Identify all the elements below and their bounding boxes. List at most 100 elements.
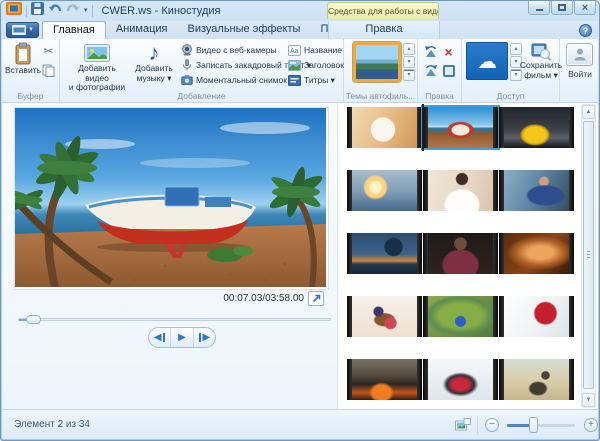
title-button[interactable]: Aa Название	[288, 44, 342, 56]
maximize-icon	[558, 4, 566, 11]
scroll-up-button[interactable]: ▲	[582, 105, 595, 119]
storyboard-clip[interactable]	[423, 359, 498, 400]
storyboard-clip[interactable]	[423, 233, 498, 274]
undo-icon[interactable]	[48, 2, 62, 20]
credits-button[interactable]: Титры ▾	[288, 74, 335, 86]
play-icon: ▶	[178, 333, 186, 343]
remove-button[interactable]: ×	[442, 46, 455, 58]
seek-slider[interactable]	[18, 314, 331, 325]
tab-visual-effects[interactable]: Визуальные эффекты	[178, 21, 311, 39]
tab-home[interactable]: Главная	[42, 21, 106, 39]
storyboard-clip[interactable]	[347, 296, 422, 337]
add-music-button[interactable]: ♪ Добавить музыку ▾	[132, 42, 176, 83]
fullscreen-button[interactable]	[308, 291, 324, 306]
storyboard-clip[interactable]	[423, 296, 498, 337]
select-all-button[interactable]	[442, 65, 455, 77]
storyboard-clip[interactable]	[499, 296, 574, 337]
snapshot-button[interactable]: Моментальный снимок	[180, 74, 287, 86]
preview-pane: 00:07.03/03:58.00 ◀ ▶ ▶	[2, 103, 337, 409]
zoom-in-button[interactable]: +	[584, 418, 598, 432]
storyboard-panel: ▲ ▼	[337, 103, 598, 409]
file-menu-button[interactable]: ▾	[6, 22, 39, 38]
add-photos-icon	[84, 42, 110, 64]
storyboard-clip-selected[interactable]	[423, 107, 498, 148]
zoom-slider-thumb[interactable]	[529, 417, 538, 433]
storyboard-clip[interactable]	[347, 170, 422, 211]
status-bar: Элемент 2 из 34 − +	[2, 409, 598, 439]
delete-x-icon: ×	[444, 46, 452, 59]
share-up-icon[interactable]: ▴	[510, 43, 522, 55]
caption-icon	[288, 59, 301, 71]
copy-button[interactable]	[42, 64, 55, 76]
seek-thumb[interactable]	[26, 315, 41, 324]
zoom-out-button[interactable]: −	[485, 418, 499, 432]
storyboard-clip[interactable]	[499, 233, 574, 274]
gallery-more-icon[interactable]: ▾	[403, 69, 415, 81]
maximize-button[interactable]	[551, 1, 573, 15]
minimize-icon	[536, 9, 543, 11]
zoom-in-icon: +	[588, 419, 594, 430]
playback-time: 00:07.03/03:58.00	[2, 293, 304, 304]
fullscreen-arrow-icon	[311, 293, 322, 304]
group-add: Добавить видео и фотографии ♪ Добавить м…	[60, 39, 344, 102]
titlebar[interactable]: ▾ CWER.ws - Киностудия Средства для рабо…	[1, 1, 599, 21]
webcam-video-button[interactable]: Видео с веб-камеры	[180, 44, 277, 56]
caption-button[interactable]: Заголовок	[288, 59, 344, 71]
automovie-theme-thumbnail[interactable]	[353, 42, 401, 82]
sign-in-button[interactable]	[566, 43, 593, 66]
storyboard-clip[interactable]	[499, 107, 574, 148]
share-more-icon[interactable]: ▾	[510, 69, 522, 81]
add-music-label-2: музыку ▾	[137, 74, 172, 84]
ribbon-tab-row: ▾ Главная Анимация Визуальные эффекты Пр…	[2, 21, 598, 39]
minimize-button[interactable]	[528, 1, 550, 15]
snapshot-label: Моментальный снимок	[196, 75, 287, 85]
onedrive-share-tile[interactable]: ☁	[466, 42, 508, 80]
microphone-icon	[180, 59, 193, 71]
thumbnail-view-icon[interactable]	[455, 418, 471, 435]
storyboard-clip[interactable]	[499, 359, 574, 400]
save-movie-button[interactable]: Сохранить фильм ▾	[522, 41, 560, 80]
help-icon[interactable]: ?	[579, 24, 592, 37]
previous-frame-bar	[163, 333, 165, 342]
scrollbar-thumb[interactable]	[583, 121, 594, 389]
play-button[interactable]: ▶	[171, 328, 193, 347]
storyboard-row	[347, 296, 574, 337]
storyboard-clip[interactable]	[347, 233, 422, 274]
gallery-down-icon[interactable]: ▾	[403, 56, 415, 68]
qat-dropdown-icon[interactable]: ▾	[84, 7, 88, 15]
boat-beach-scene	[15, 108, 326, 287]
storyboard-row	[347, 107, 574, 148]
rotate-left-button[interactable]	[424, 46, 437, 58]
seek-track[interactable]	[18, 318, 331, 321]
save-icon[interactable]	[31, 2, 44, 20]
redo-icon[interactable]	[66, 2, 80, 20]
previous-frame-button[interactable]: ◀	[149, 328, 171, 347]
next-frame-bar	[199, 333, 201, 342]
storyboard-clip[interactable]	[423, 170, 498, 211]
storyboard-scrollbar[interactable]: ▲ ▼	[581, 104, 596, 408]
scroll-down-icon: ▼	[586, 397, 592, 403]
tab-animations[interactable]: Анимация	[106, 21, 178, 39]
playhead-cursor[interactable]	[422, 104, 424, 151]
scroll-down-button[interactable]: ▼	[582, 393, 595, 407]
paste-button[interactable]: Вставить	[5, 42, 41, 76]
close-button[interactable]: ×	[574, 1, 596, 15]
storyboard-row	[347, 359, 574, 400]
rotate-left-icon	[424, 45, 437, 59]
preview-video-frame[interactable]	[15, 108, 328, 289]
tab-edit-contextual[interactable]: Правка	[328, 21, 440, 39]
rotate-right-button[interactable]	[424, 65, 437, 77]
storyboard-clip[interactable]	[347, 359, 422, 400]
caption-label: Заголовок	[304, 60, 344, 70]
gallery-up-icon[interactable]: ▴	[403, 43, 415, 55]
storyboard-clip[interactable]	[499, 170, 574, 211]
sign-in-area: Войти	[560, 39, 600, 102]
group-label-themes: Темы автофиль...	[344, 91, 417, 101]
storyboard-clip[interactable]	[347, 107, 422, 148]
next-frame-button[interactable]: ▶	[194, 328, 215, 347]
cut-button[interactable]: ✂	[42, 45, 55, 57]
sign-in-label: Войти	[560, 69, 600, 79]
add-videos-photos-button[interactable]: Добавить видео и фотографии	[66, 42, 128, 93]
webcam-label: Видео с веб-камеры	[196, 45, 277, 55]
divider	[92, 5, 93, 17]
